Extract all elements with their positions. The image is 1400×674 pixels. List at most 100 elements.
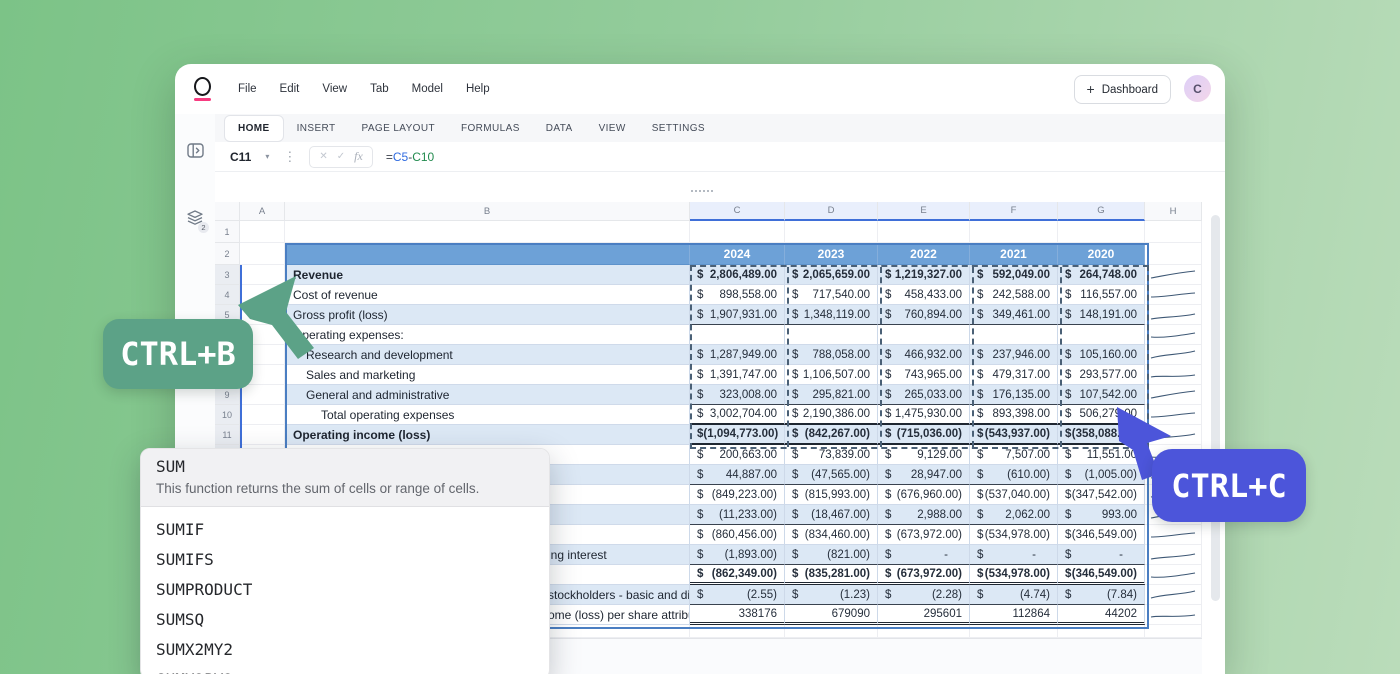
sparkline-cell[interactable]: [1145, 585, 1202, 605]
value-cell[interactable]: $1,391,747.00: [690, 365, 785, 385]
row-label-cell[interactable]: Cost of revenue: [285, 285, 690, 305]
side-panel-toggle[interactable]: [175, 130, 215, 170]
cell[interactable]: [970, 221, 1058, 243]
value-cell[interactable]: 44202: [1058, 605, 1145, 625]
value-cell[interactable]: $44,887.00: [690, 465, 785, 485]
value-cell[interactable]: $1,287,949.00: [690, 345, 785, 365]
row-number[interactable]: 4: [215, 285, 240, 305]
value-cell[interactable]: $(7.84): [1058, 585, 1145, 605]
value-cell[interactable]: $105,160.00: [1058, 345, 1145, 365]
value-cell[interactable]: $73,839.00: [785, 445, 878, 465]
value-cell[interactable]: $265,033.00: [878, 385, 970, 405]
row-label-cell[interactable]: Total operating expenses: [285, 405, 690, 425]
row-number[interactable]: 2: [215, 243, 240, 265]
value-cell[interactable]: $2,065,659.00: [785, 265, 878, 285]
value-cell[interactable]: $1,106,507.00: [785, 365, 878, 385]
value-cell[interactable]: $(835,281.00): [785, 565, 878, 585]
value-cell[interactable]: [1058, 325, 1145, 345]
cell[interactable]: [285, 221, 690, 243]
tab-formulas[interactable]: FORMULAS: [448, 114, 533, 142]
cell[interactable]: [1145, 221, 1202, 243]
value-cell[interactable]: $(715,036.00): [878, 425, 970, 445]
value-cell[interactable]: [785, 325, 878, 345]
value-cell[interactable]: $293,577.00: [1058, 365, 1145, 385]
row-label-cell[interactable]: Research and development: [285, 345, 690, 365]
value-cell[interactable]: $993.00: [1058, 505, 1145, 525]
tab-data[interactable]: DATA: [533, 114, 586, 142]
sparkline-cell[interactable]: [1145, 545, 1202, 565]
value-cell[interactable]: $116,557.00: [1058, 285, 1145, 305]
cell[interactable]: [1058, 221, 1145, 243]
sparkline-cell[interactable]: [1145, 345, 1202, 365]
value-cell[interactable]: $3,002,704.00: [690, 405, 785, 425]
cell[interactable]: [785, 625, 878, 638]
row-label-cell[interactable]: General and administrative: [285, 385, 690, 405]
cell[interactable]: [1058, 625, 1145, 638]
value-cell[interactable]: $893,398.00: [970, 405, 1058, 425]
value-cell[interactable]: $(2.28): [878, 585, 970, 605]
function-suggestion-sumproduct[interactable]: SUMPRODUCT: [156, 574, 534, 604]
row-number[interactable]: 1: [215, 221, 240, 243]
cell[interactable]: [690, 625, 785, 638]
value-cell[interactable]: 338176: [690, 605, 785, 625]
column-header-b[interactable]: B: [285, 202, 690, 221]
column-header-d[interactable]: D: [785, 202, 878, 221]
fx-icon[interactable]: fx: [354, 149, 363, 164]
value-cell[interactable]: $(346,549.00): [1058, 525, 1145, 545]
value-cell[interactable]: $(347,542.00): [1058, 485, 1145, 505]
sparkline-cell[interactable]: [1145, 565, 1202, 585]
value-cell[interactable]: $349,461.00: [970, 305, 1058, 325]
cell[interactable]: [240, 285, 285, 305]
value-cell[interactable]: $592,049.00: [970, 265, 1058, 285]
menu-item-model[interactable]: Model: [412, 83, 443, 95]
value-cell[interactable]: [878, 325, 970, 345]
cell[interactable]: [240, 385, 285, 405]
sparkline-cell[interactable]: [1145, 525, 1202, 545]
value-cell[interactable]: $458,433.00: [878, 285, 970, 305]
value-cell[interactable]: $200,663.00: [690, 445, 785, 465]
value-cell[interactable]: $2,988.00: [878, 505, 970, 525]
row-label-cell[interactable]: Sales and marketing: [285, 365, 690, 385]
value-cell[interactable]: $898,558.00: [690, 285, 785, 305]
value-cell[interactable]: $(2.55): [690, 585, 785, 605]
avatar[interactable]: C: [1184, 75, 1211, 102]
cell[interactable]: [285, 243, 690, 265]
tab-home[interactable]: HOME: [224, 115, 284, 142]
value-cell[interactable]: $107,542.00: [1058, 385, 1145, 405]
value-cell[interactable]: $(610.00): [970, 465, 1058, 485]
sparkline-cell[interactable]: [1145, 605, 1202, 625]
formula-input[interactable]: =C5-C10: [386, 150, 434, 164]
row-label-cell[interactable]: Operating expenses:: [285, 325, 690, 345]
value-cell[interactable]: $(815,993.00): [785, 485, 878, 505]
value-cell[interactable]: $(543,937.00): [970, 425, 1058, 445]
menu-item-help[interactable]: Help: [466, 83, 490, 95]
value-cell[interactable]: $(346,549.00): [1058, 565, 1145, 585]
value-cell[interactable]: $(47,565.00): [785, 465, 878, 485]
more-options-icon[interactable]: ⋮: [283, 149, 296, 165]
value-cell[interactable]: $1,475,930.00: [878, 405, 970, 425]
value-cell[interactable]: 112864: [970, 605, 1058, 625]
value-cell[interactable]: $(673,972.00): [878, 565, 970, 585]
row-label-cell[interactable]: Operating income (loss): [285, 425, 690, 445]
column-header-h[interactable]: H: [1145, 202, 1202, 221]
year-header-cell[interactable]: 2022: [878, 243, 970, 265]
value-cell[interactable]: $479,317.00: [970, 365, 1058, 385]
cell[interactable]: [690, 221, 785, 243]
value-cell[interactable]: $(676,960.00): [878, 485, 970, 505]
vertical-scrollbar[interactable]: [1211, 215, 1220, 601]
cell[interactable]: [240, 405, 285, 425]
tab-insert[interactable]: INSERT: [284, 114, 349, 142]
value-cell[interactable]: $(534,978.00): [970, 565, 1058, 585]
year-header-cell[interactable]: 2024: [690, 243, 785, 265]
value-cell[interactable]: $788,058.00: [785, 345, 878, 365]
value-cell[interactable]: $242,588.00: [970, 285, 1058, 305]
year-header-cell[interactable]: 2020: [1058, 243, 1145, 265]
confirm-formula-icon[interactable]: ✓: [337, 151, 345, 162]
value-cell[interactable]: $717,540.00: [785, 285, 878, 305]
value-cell[interactable]: $176,135.00: [970, 385, 1058, 405]
function-suggestion-sumx2my2[interactable]: SUMX2MY2: [156, 634, 534, 664]
column-header-g[interactable]: G: [1058, 202, 1145, 221]
value-cell[interactable]: $(18,467.00): [785, 505, 878, 525]
value-cell[interactable]: $323,008.00: [690, 385, 785, 405]
sparkline-cell[interactable]: [1145, 305, 1202, 325]
